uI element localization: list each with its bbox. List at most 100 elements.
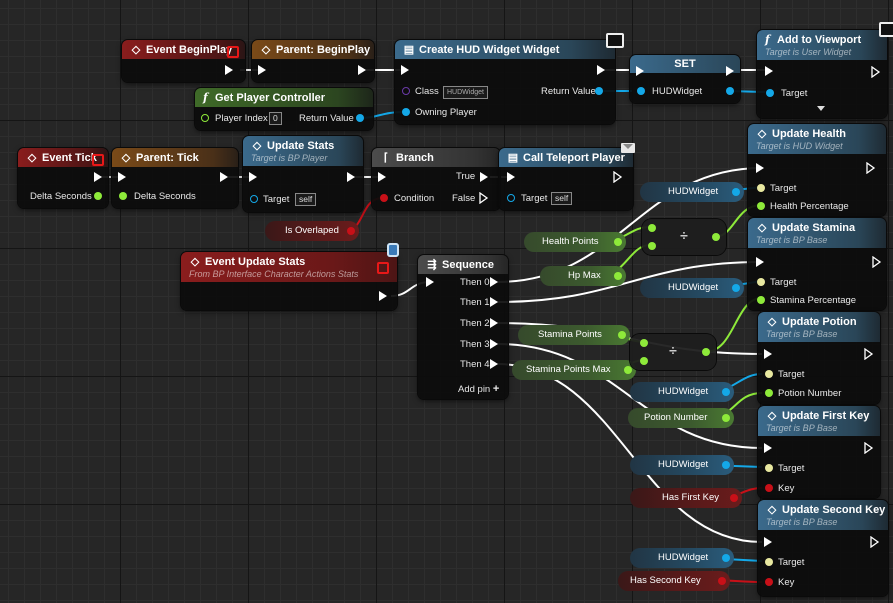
hudwidget-pin[interactable]	[722, 461, 730, 469]
exec-out-pin[interactable]	[866, 162, 876, 174]
exec-in-pin[interactable]	[764, 349, 772, 359]
parent-tick-node[interactable]: ◇ Parent: Tick Delta Seconds	[112, 148, 238, 208]
exec-out-pin[interactable]	[94, 172, 102, 182]
exec-in-pin[interactable]	[765, 66, 773, 76]
target-pin[interactable]	[507, 194, 515, 202]
divide-node[interactable]: ÷	[630, 334, 716, 370]
has-second-key-pin[interactable]	[718, 577, 726, 585]
update-stamina-node[interactable]: ◇ Update Stamina Target is BP Base Target…	[748, 218, 886, 310]
create-hud-widget-node[interactable]: ▤ Create HUD Widget Widget Class HUDWidge…	[395, 40, 615, 124]
exec-out-pin[interactable]	[225, 65, 233, 75]
event-update-stats-node[interactable]: ◇ Event Update Stats From BP Interface Ch…	[181, 252, 397, 310]
exec-out-pin[interactable]	[864, 442, 874, 454]
exec-out-pin[interactable]	[347, 172, 355, 182]
exec-out-pin[interactable]	[871, 66, 881, 78]
update-health-node[interactable]: ◇ Update Health Target is HUD Widget Targ…	[748, 124, 886, 216]
stamina-points-variable[interactable]: Stamina Points	[518, 325, 630, 345]
hudwidget-in-pin[interactable]	[637, 87, 645, 95]
target-pin[interactable]	[765, 370, 773, 378]
stamina-points-max-variable[interactable]: Stamina Points Max	[512, 360, 636, 380]
hudwidget-pin[interactable]	[722, 554, 730, 562]
exec-out-pin[interactable]	[870, 536, 880, 548]
potion-number-variable[interactable]: Potion Number	[628, 408, 734, 428]
hudwidget-variable[interactable]: HUDWidget	[630, 455, 734, 475]
hudwidget-variable[interactable]: HUDWidget	[630, 548, 734, 568]
potion-number-pin[interactable]	[765, 389, 773, 397]
then-2-pin[interactable]	[490, 318, 498, 328]
target-self-value[interactable]: self	[551, 192, 573, 205]
target-pin[interactable]	[757, 184, 765, 192]
is-overlaped-pin[interactable]	[347, 227, 355, 235]
health-percentage-pin[interactable]	[757, 202, 765, 210]
condition-pin[interactable]	[380, 194, 388, 202]
event-tick-node[interactable]: ◇ Event Tick Delta Seconds	[18, 148, 108, 208]
divide-input-b-pin[interactable]	[640, 357, 648, 365]
divide-node[interactable]: ÷	[642, 219, 726, 255]
branch-node[interactable]: ⌈ Branch True Condition False	[372, 148, 500, 210]
delegate-pin[interactable]	[377, 262, 389, 274]
hudwidget-pin[interactable]	[732, 188, 740, 196]
exec-in-pin[interactable]	[118, 172, 126, 182]
exec-out-pin[interactable]	[726, 66, 734, 76]
hudwidget-variable[interactable]: HUDWidget	[640, 182, 744, 202]
add-to-viewport-node[interactable]: f Add to Viewport Target is User Widget T…	[757, 30, 887, 118]
health-points-variable[interactable]: Health Points	[524, 232, 626, 252]
class-dropdown[interactable]: HUDWidget	[443, 86, 488, 99]
exec-in-pin[interactable]	[636, 66, 644, 76]
target-pin[interactable]	[250, 195, 258, 203]
hp-max-pin[interactable]	[614, 272, 622, 280]
parent-begin-play-node[interactable]: ◇ Parent: BeginPlay	[252, 40, 374, 82]
delta-seconds-pin[interactable]	[119, 192, 127, 200]
divide-output-pin[interactable]	[712, 233, 720, 241]
update-stats-node[interactable]: ◇ Update Stats Target is BP Player Target…	[243, 136, 363, 212]
is-overlaped-variable[interactable]: Is Overlaped	[265, 221, 359, 241]
true-exec-pin[interactable]	[480, 172, 488, 182]
hudwidget-pin[interactable]	[732, 284, 740, 292]
add-pin-button[interactable]: Add pin +	[458, 383, 499, 395]
key-pin[interactable]	[765, 578, 773, 586]
health-points-pin[interactable]	[614, 238, 622, 246]
then-3-pin[interactable]	[490, 339, 498, 349]
call-teleport-player-node[interactable]: ▤ Call Teleport Player Target self	[499, 148, 633, 210]
delta-seconds-pin[interactable]	[94, 192, 102, 200]
target-pin[interactable]	[765, 464, 773, 472]
expand-arrow-icon[interactable]	[817, 106, 825, 111]
exec-out-pin[interactable]	[220, 172, 228, 182]
has-first-key-pin[interactable]	[730, 494, 738, 502]
exec-in-pin[interactable]	[258, 65, 266, 75]
return-value-pin[interactable]	[356, 114, 364, 122]
hudwidget-variable[interactable]: HUDWidget	[630, 382, 734, 402]
delegate-pin[interactable]	[92, 154, 104, 166]
player-index-input[interactable]: 0	[269, 112, 282, 125]
stamina-percentage-pin[interactable]	[757, 296, 765, 304]
has-second-key-variable[interactable]: Has Second Key	[618, 571, 730, 591]
exec-in-pin[interactable]	[507, 172, 515, 182]
exec-out-pin[interactable]	[864, 348, 874, 360]
then-0-pin[interactable]	[490, 277, 498, 287]
owning-player-pin[interactable]	[402, 108, 410, 116]
exec-out-pin[interactable]	[613, 171, 623, 183]
return-value-pin[interactable]	[595, 87, 603, 95]
exec-out-pin[interactable]	[358, 65, 366, 75]
event-begin-play-node[interactable]: ◇ Event BeginPlay	[122, 40, 245, 82]
hudwidget-pin[interactable]	[722, 388, 730, 396]
exec-in-pin[interactable]	[378, 172, 386, 182]
target-self-value[interactable]: self	[295, 193, 317, 206]
exec-in-pin[interactable]	[764, 537, 772, 547]
key-pin[interactable]	[765, 484, 773, 492]
target-pin[interactable]	[766, 89, 774, 97]
set-node[interactable]: SET HUDWidget	[630, 55, 740, 103]
delegate-pin[interactable]	[227, 46, 239, 58]
update-potion-node[interactable]: ◇ Update Potion Target is BP Base Target …	[758, 312, 880, 404]
exec-out-pin[interactable]	[872, 256, 882, 268]
stamina-points-pin[interactable]	[618, 331, 626, 339]
exec-out-pin[interactable]	[379, 291, 387, 301]
target-pin[interactable]	[765, 558, 773, 566]
sequence-node[interactable]: ⇶ Sequence Then 0 Then 1 Then 2 Then 3 Th…	[418, 255, 508, 399]
exec-in-pin[interactable]	[249, 172, 257, 182]
then-4-pin[interactable]	[490, 359, 498, 369]
exec-out-pin[interactable]	[597, 65, 605, 75]
update-first-key-node[interactable]: ◇ Update First Key Target is BP Base Targ…	[758, 406, 880, 498]
potion-number-pin[interactable]	[722, 414, 730, 422]
then-1-pin[interactable]	[490, 297, 498, 307]
